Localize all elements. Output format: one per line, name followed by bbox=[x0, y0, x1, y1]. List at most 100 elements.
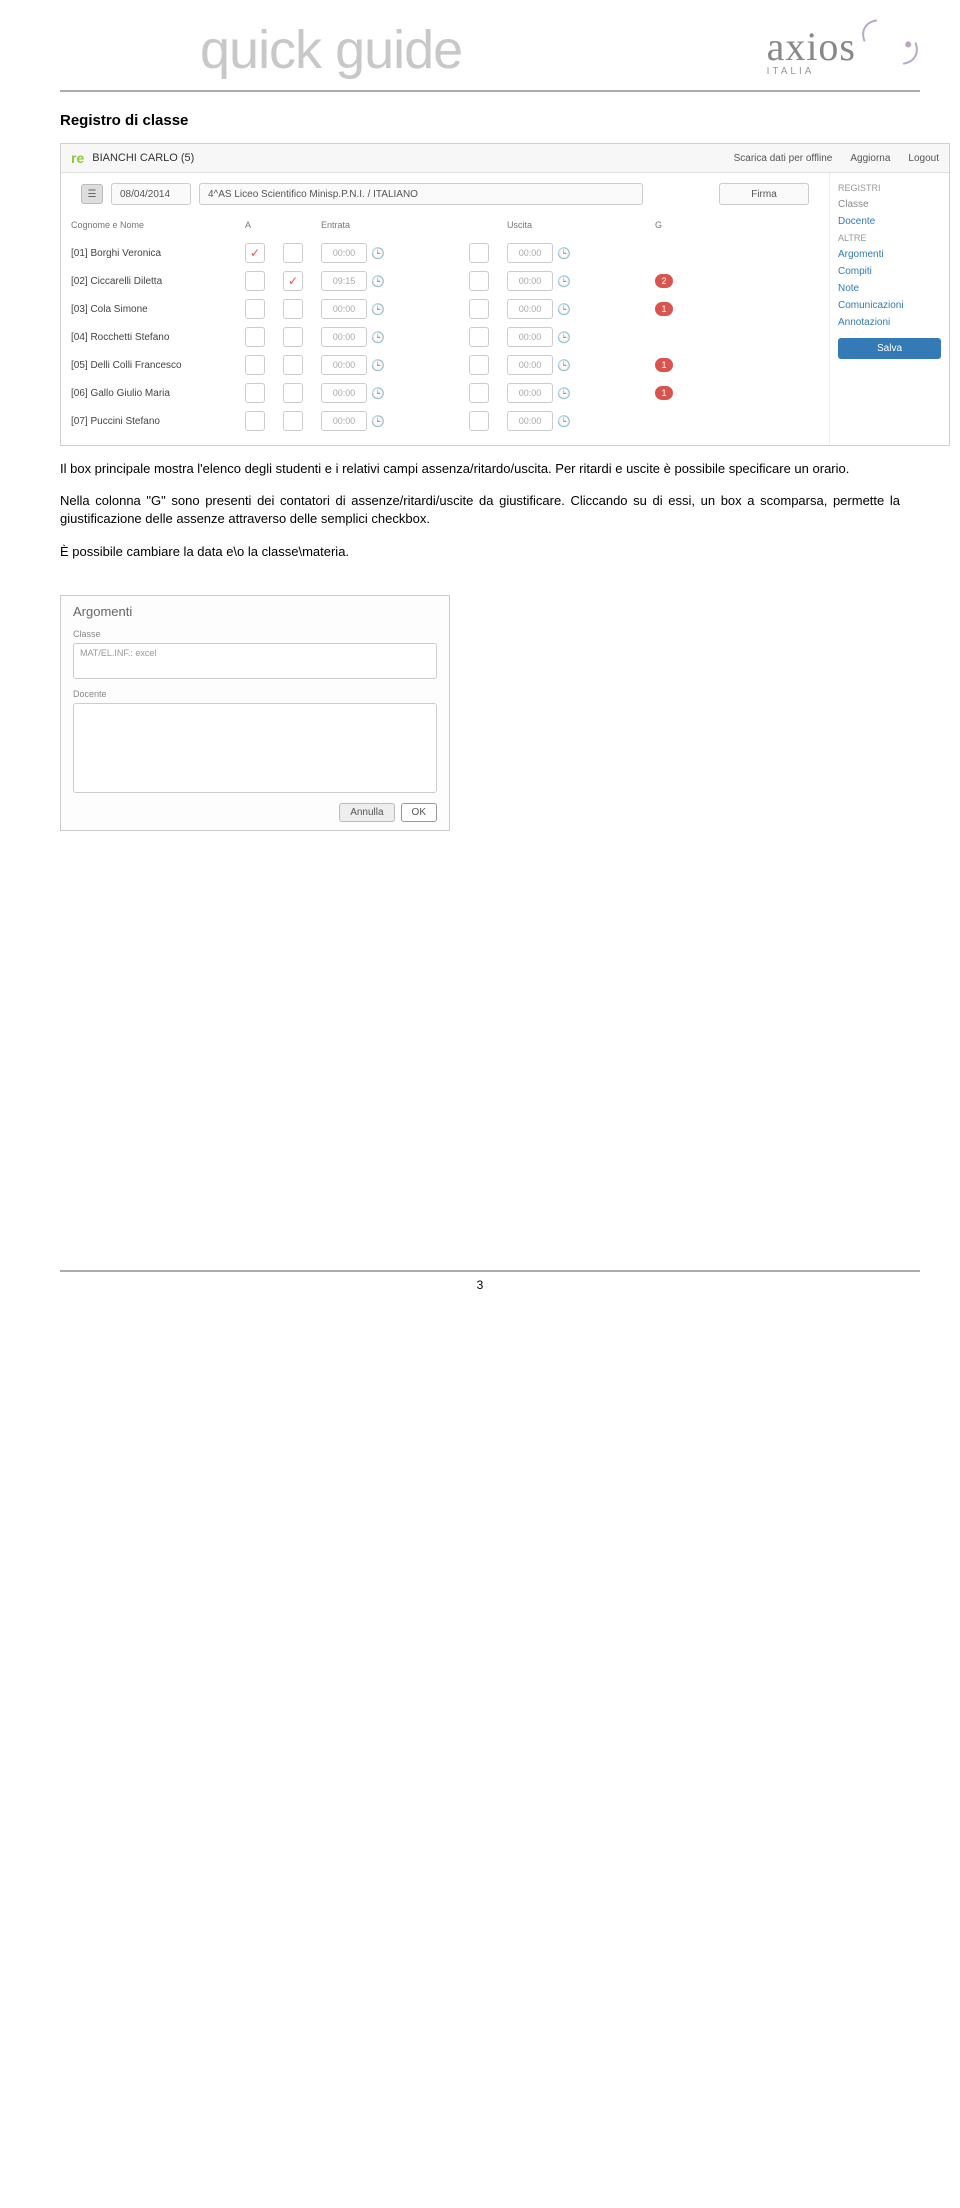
section-title: Registro di classe bbox=[60, 112, 900, 129]
clock-icon[interactable]: 🕒 bbox=[371, 243, 389, 263]
uscita-time[interactable]: 00:00 bbox=[507, 271, 553, 291]
table-row[interactable]: [02] Ciccarelli Diletta✓09:15🕒00:00🕒2 bbox=[71, 267, 819, 295]
annulla-button[interactable]: Annulla bbox=[339, 803, 394, 822]
firma-button[interactable]: Firma bbox=[719, 183, 809, 205]
assenza-checkbox[interactable] bbox=[245, 299, 265, 319]
user-name: BIANCHI CARLO (5) bbox=[92, 152, 194, 164]
footer-divider bbox=[60, 1270, 920, 1272]
assenza-checkbox[interactable] bbox=[245, 271, 265, 291]
table-row[interactable]: [05] Delli Colli Francesco00:00🕒00:00🕒1 bbox=[71, 351, 819, 379]
student-name[interactable]: [05] Delli Colli Francesco bbox=[71, 360, 241, 371]
uscita-checkbox[interactable] bbox=[469, 327, 489, 347]
uscita-checkbox[interactable] bbox=[469, 271, 489, 291]
clock-icon[interactable]: 🕒 bbox=[371, 271, 389, 291]
top-link-refresh[interactable]: Aggiorna bbox=[850, 153, 890, 164]
col-name: Cognome e Nome bbox=[71, 220, 241, 230]
uscita-time[interactable]: 00:00 bbox=[507, 383, 553, 403]
entrata-time[interactable]: 00:00 bbox=[321, 327, 367, 347]
table-row[interactable]: [04] Rocchetti Stefano00:00🕒00:00🕒 bbox=[71, 323, 819, 351]
entrata-time[interactable]: 00:00 bbox=[321, 411, 367, 431]
clock-icon[interactable]: 🕒 bbox=[557, 411, 575, 431]
entrata-time[interactable]: 00:00 bbox=[321, 355, 367, 375]
re-logo: re bbox=[71, 150, 84, 166]
uscita-time[interactable]: 00:00 bbox=[507, 355, 553, 375]
clock-icon[interactable]: 🕒 bbox=[371, 411, 389, 431]
uscita-checkbox[interactable] bbox=[469, 243, 489, 263]
clock-icon[interactable]: 🕒 bbox=[557, 355, 575, 375]
uscita-checkbox[interactable] bbox=[469, 355, 489, 375]
argomenti-docente-field[interactable] bbox=[73, 703, 437, 793]
assenza-checkbox[interactable] bbox=[245, 355, 265, 375]
student-name[interactable]: [03] Cola Simone bbox=[71, 304, 241, 315]
top-link-logout[interactable]: Logout bbox=[908, 153, 939, 164]
table-row[interactable]: [06] Gallo Giulio Maria00:00🕒00:00🕒1 bbox=[71, 379, 819, 407]
side-classe[interactable]: Classe bbox=[838, 199, 941, 210]
entrata-time[interactable]: 00:00 bbox=[321, 243, 367, 263]
uscita-time[interactable]: 00:00 bbox=[507, 243, 553, 263]
col-a: A bbox=[245, 220, 279, 230]
g-counter[interactable]: 1 bbox=[655, 358, 689, 372]
clock-icon[interactable]: 🕒 bbox=[557, 243, 575, 263]
sidebar: REGISTRI Classe Docente ALTRE Argomenti … bbox=[829, 173, 949, 445]
uscita-time[interactable]: 00:00 bbox=[507, 411, 553, 431]
ritardo-checkbox[interactable] bbox=[283, 411, 303, 431]
ritardo-checkbox[interactable]: ✓ bbox=[283, 271, 303, 291]
clock-icon[interactable]: 🕒 bbox=[557, 299, 575, 319]
student-name[interactable]: [07] Puccini Stefano bbox=[71, 416, 241, 427]
clock-icon[interactable]: 🕒 bbox=[371, 355, 389, 375]
clock-icon[interactable]: 🕒 bbox=[371, 327, 389, 347]
argomenti-classe-field[interactable]: MAT/EL.INF.: excel bbox=[73, 643, 437, 679]
assenza-checkbox[interactable] bbox=[245, 383, 265, 403]
uscita-checkbox[interactable] bbox=[469, 299, 489, 319]
clock-icon[interactable]: 🕒 bbox=[557, 327, 575, 347]
ok-button[interactable]: OK bbox=[401, 803, 437, 822]
g-counter[interactable]: 2 bbox=[655, 274, 689, 288]
side-annotazioni[interactable]: Annotazioni bbox=[838, 317, 941, 328]
table-row[interactable]: [03] Cola Simone00:00🕒00:00🕒1 bbox=[71, 295, 819, 323]
footer: 3 bbox=[0, 1270, 960, 1292]
table-row[interactable]: [07] Puccini Stefano00:00🕒00:00🕒 bbox=[71, 407, 819, 435]
clock-icon[interactable]: 🕒 bbox=[371, 383, 389, 403]
clock-icon[interactable]: 🕒 bbox=[557, 383, 575, 403]
ritardo-checkbox[interactable] bbox=[283, 243, 303, 263]
uscita-time[interactable]: 00:00 bbox=[507, 327, 553, 347]
student-name[interactable]: [04] Rocchetti Stefano bbox=[71, 332, 241, 343]
assenza-checkbox[interactable]: ✓ bbox=[245, 243, 265, 263]
class-field[interactable]: 4^AS Liceo Scientifico Minisp.P.N.I. / I… bbox=[199, 183, 643, 205]
side-note[interactable]: Note bbox=[838, 283, 941, 294]
entrata-time[interactable]: 09:15 bbox=[321, 271, 367, 291]
ritardo-checkbox[interactable] bbox=[283, 299, 303, 319]
paragraph-1: Il box principale mostra l'elenco degli … bbox=[60, 460, 900, 478]
side-argomenti[interactable]: Argomenti bbox=[838, 249, 941, 260]
student-name[interactable]: [01] Borghi Veronica bbox=[71, 248, 241, 259]
g-counter[interactable]: 1 bbox=[655, 302, 689, 316]
student-name[interactable]: [02] Ciccarelli Diletta bbox=[71, 276, 241, 287]
clock-icon[interactable]: 🕒 bbox=[557, 271, 575, 291]
clock-icon[interactable]: 🕒 bbox=[371, 299, 389, 319]
app-topbar: re BIANCHI CARLO (5) Scarica dati per of… bbox=[61, 144, 949, 173]
uscita-checkbox[interactable] bbox=[469, 383, 489, 403]
ritardo-checkbox[interactable] bbox=[283, 327, 303, 347]
ritardo-checkbox[interactable] bbox=[283, 355, 303, 375]
entrata-time[interactable]: 00:00 bbox=[321, 299, 367, 319]
side-compiti[interactable]: Compiti bbox=[838, 266, 941, 277]
uscita-time[interactable]: 00:00 bbox=[507, 299, 553, 319]
assenza-checkbox[interactable] bbox=[245, 327, 265, 347]
registri-label: REGISTRI bbox=[838, 183, 941, 193]
ritardo-checkbox[interactable] bbox=[283, 383, 303, 403]
date-field[interactable]: 08/04/2014 bbox=[111, 183, 191, 205]
table-header: Cognome e Nome A Entrata Uscita G bbox=[71, 211, 819, 239]
entrata-time[interactable]: 00:00 bbox=[321, 383, 367, 403]
calendar-icon[interactable]: ☰ bbox=[81, 184, 103, 204]
salva-button[interactable]: Salva bbox=[838, 338, 941, 359]
uscita-checkbox[interactable] bbox=[469, 411, 489, 431]
g-counter[interactable]: 1 bbox=[655, 386, 689, 400]
assenza-checkbox[interactable] bbox=[245, 411, 265, 431]
paragraph-2: Nella colonna "G" sono presenti dei cont… bbox=[60, 492, 900, 528]
side-docente[interactable]: Docente bbox=[838, 216, 941, 227]
student-name[interactable]: [06] Gallo Giulio Maria bbox=[71, 388, 241, 399]
table-row[interactable]: [01] Borghi Veronica✓00:00🕒00:00🕒 bbox=[71, 239, 819, 267]
side-comunicazioni[interactable]: Comunicazioni bbox=[838, 300, 941, 311]
top-link-offline[interactable]: Scarica dati per offline bbox=[734, 153, 833, 164]
axios-text: axios bbox=[767, 24, 856, 69]
